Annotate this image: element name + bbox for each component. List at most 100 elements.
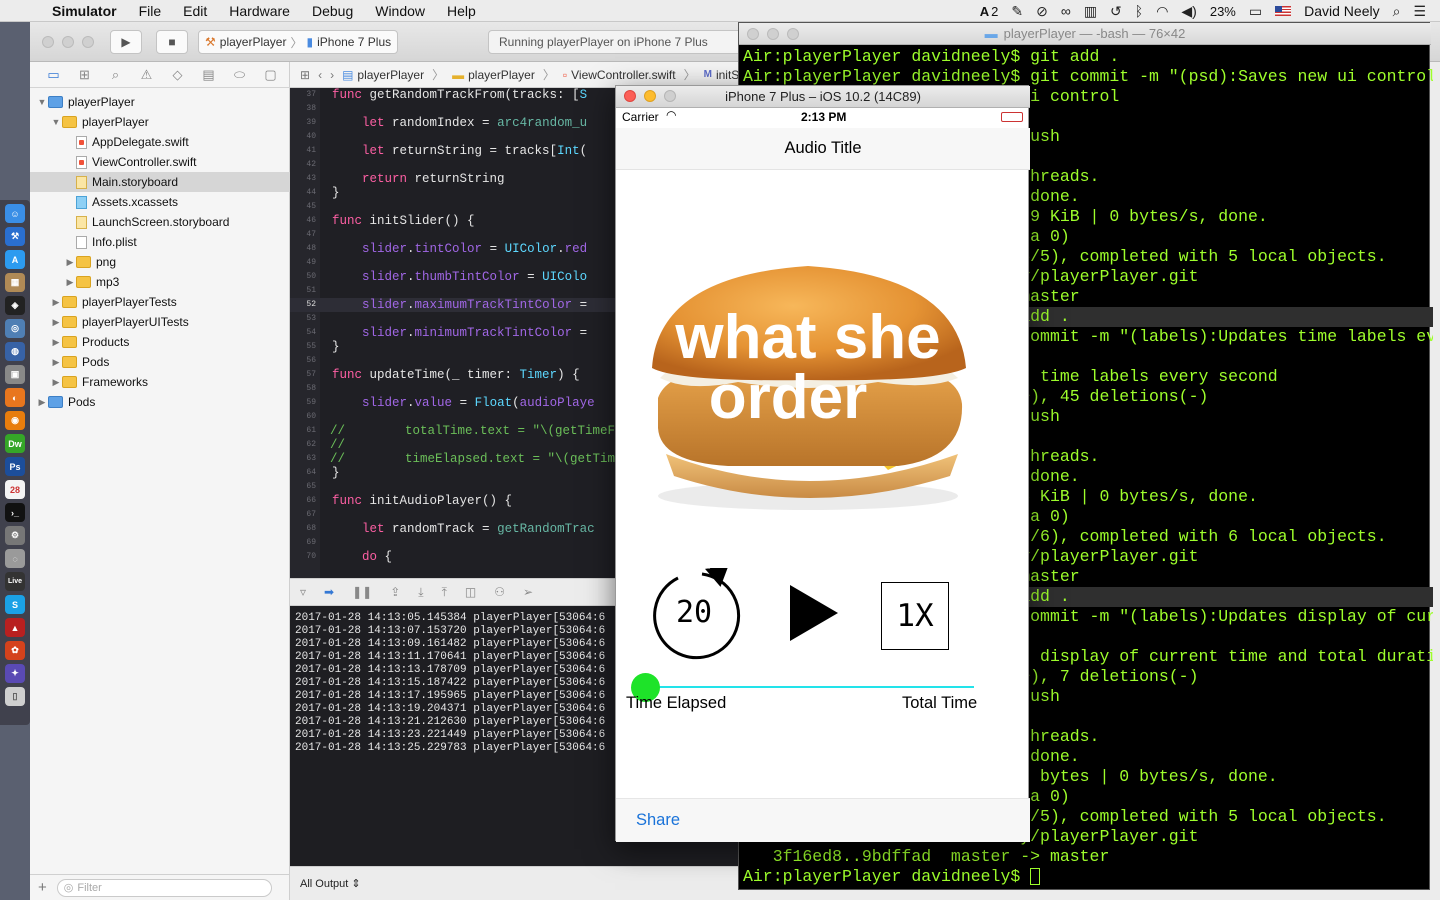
simulator-minimize-button[interactable] bbox=[644, 90, 656, 102]
tree-item[interactable]: ▶ Products bbox=[30, 332, 290, 352]
add-icon[interactable]: + bbox=[38, 879, 47, 896]
feather-icon[interactable]: ✎ bbox=[1011, 3, 1023, 20]
forward-icon[interactable]: › bbox=[330, 68, 334, 82]
skype-icon[interactable]: S bbox=[5, 595, 25, 614]
preview-icon[interactable]: ▣ bbox=[5, 365, 25, 384]
warning-icon[interactable]: ⚠ bbox=[139, 67, 154, 82]
tree-item[interactable]: ▼ playerPlayer bbox=[30, 112, 290, 132]
trash-icon[interactable]: ▯ bbox=[5, 687, 25, 706]
terminal-icon[interactable]: ›_ bbox=[5, 503, 25, 522]
menu-edit[interactable]: Edit bbox=[183, 3, 207, 19]
play-button[interactable] bbox=[788, 583, 840, 643]
photoshop-icon[interactable]: Ps bbox=[5, 457, 25, 476]
tree-item[interactable]: ▶ Pods bbox=[30, 392, 290, 412]
wifi-icon[interactable]: ◠ bbox=[1156, 3, 1168, 20]
disclosure-open-icon[interactable]: ▼ bbox=[36, 97, 48, 107]
tree-item[interactable]: Main.storyboard bbox=[30, 172, 290, 192]
disclosure-closed-icon[interactable]: ▶ bbox=[64, 257, 76, 268]
location-icon[interactable]: ➢ bbox=[523, 585, 533, 599]
globe-icon[interactable]: ◍ bbox=[5, 342, 25, 361]
close-window-button[interactable] bbox=[42, 36, 54, 48]
calendar-icon[interactable]: 28 bbox=[5, 480, 25, 499]
ableton-live-icon[interactable]: Live bbox=[5, 572, 25, 591]
pause-icon[interactable]: ❚❚ bbox=[352, 585, 372, 599]
disclosure-closed-icon[interactable]: ▶ bbox=[50, 377, 62, 388]
step-out-icon[interactable]: ⤒ bbox=[442, 585, 447, 600]
battery-percent[interactable]: 23% bbox=[1210, 4, 1236, 19]
report-icon[interactable]: ▢ bbox=[263, 67, 278, 82]
dreamweaver-icon[interactable]: Dw bbox=[5, 434, 25, 453]
disclosure-open-icon[interactable]: ▼ bbox=[50, 117, 62, 127]
disclosure-closed-icon[interactable]: ▶ bbox=[50, 297, 62, 308]
unity-icon[interactable]: ◈ bbox=[5, 296, 25, 315]
filter-field[interactable]: ◎ Filter bbox=[56, 878, 272, 897]
minimize-window-button[interactable] bbox=[62, 36, 74, 48]
simulator-zoom-button[interactable] bbox=[664, 90, 676, 102]
tree-item[interactable]: LaunchScreen.storyboard bbox=[30, 212, 290, 232]
output-scope-select[interactable]: All Output ⇕ bbox=[300, 877, 361, 890]
tree-item[interactable]: ▶ png bbox=[30, 252, 290, 272]
step-over-icon[interactable]: ⇪ bbox=[390, 585, 400, 599]
back-icon[interactable]: ‹ bbox=[318, 68, 322, 82]
skip-back-button[interactable]: 20 bbox=[650, 568, 742, 660]
xcode-icon[interactable]: ⚒ bbox=[5, 227, 25, 246]
tree-item[interactable]: AppDelegate.swift bbox=[30, 132, 290, 152]
blender-icon[interactable]: ◉ bbox=[5, 411, 25, 430]
network-icon[interactable]: ◎ bbox=[5, 319, 25, 338]
firefox-icon[interactable]: ◐ bbox=[5, 388, 25, 407]
terminal-minimize-button[interactable] bbox=[767, 28, 779, 40]
flag-icon[interactable] bbox=[1275, 6, 1292, 16]
scheme-selector[interactable]: ⚒ playerPlayer 〉 ▮ iPhone 7 Plus bbox=[198, 30, 398, 54]
debug-icon[interactable]: ▤ bbox=[201, 67, 216, 82]
disclosure-closed-icon[interactable]: ▶ bbox=[36, 397, 48, 408]
tree-item[interactable]: ▶ Frameworks bbox=[30, 372, 290, 392]
crumb-group[interactable]: ▬ playerPlayer bbox=[452, 68, 535, 82]
menu-hardware[interactable]: Hardware bbox=[229, 3, 290, 19]
vlc-like-icon[interactable]: ✦ bbox=[5, 664, 25, 683]
tree-item[interactable]: ▼ playerPlayer bbox=[30, 92, 290, 112]
app-store-icon[interactable]: A bbox=[5, 250, 25, 269]
playback-rate-button[interactable]: 1X bbox=[881, 582, 949, 650]
menu-debug[interactable]: Debug bbox=[312, 3, 353, 19]
bluetooth-icon[interactable]: ᛒ bbox=[1135, 3, 1143, 19]
run-button[interactable]: ▶ bbox=[110, 30, 142, 54]
menu-file[interactable]: File bbox=[139, 3, 162, 19]
simulator-close-button[interactable] bbox=[624, 90, 636, 102]
grid-icon[interactable]: ⊞ bbox=[300, 68, 310, 82]
tree-item[interactable]: Assets.xcassets bbox=[30, 192, 290, 212]
progress-slider-track[interactable] bbox=[644, 686, 974, 688]
step-in-icon[interactable]: ⤓ bbox=[418, 585, 423, 600]
glasses-icon[interactable]: ∞ bbox=[1061, 3, 1071, 19]
terminal-zoom-button[interactable] bbox=[787, 28, 799, 40]
tree-item[interactable]: ▶ Pods bbox=[30, 352, 290, 372]
battery-icon[interactable]: ▭ bbox=[1249, 3, 1262, 20]
adobe-icon[interactable]: A2 bbox=[980, 4, 999, 19]
view-debugger-icon[interactable]: ◫ bbox=[465, 585, 476, 599]
crumb-method[interactable]: MinitS bbox=[704, 68, 740, 82]
system-preferences-icon[interactable]: ⚙ bbox=[5, 526, 25, 545]
time-machine-icon[interactable]: ↺ bbox=[1110, 3, 1122, 20]
crumb-file[interactable]: ▫ ViewController.swift bbox=[563, 68, 676, 82]
zoom-window-button[interactable] bbox=[82, 36, 94, 48]
disclosure-closed-icon[interactable]: ▶ bbox=[50, 317, 62, 328]
game-app-icon[interactable]: ✿ bbox=[5, 641, 25, 660]
user-name[interactable]: David Neely bbox=[1304, 3, 1379, 19]
stats-icon[interactable]: ▥ bbox=[1084, 3, 1097, 20]
block-icon[interactable]: ⊘ bbox=[1036, 3, 1048, 20]
symbol-icon[interactable]: ⊞ bbox=[77, 67, 92, 82]
breakpoints-toggle-icon[interactable]: ➡ bbox=[324, 585, 334, 599]
disk-utility-icon[interactable]: ◌ bbox=[5, 549, 25, 568]
volume-icon[interactable]: ◀) bbox=[1181, 3, 1196, 20]
disclosure-closed-icon[interactable]: ▶ bbox=[50, 337, 62, 348]
tree-item[interactable]: ▶ playerPlayerUITests bbox=[30, 312, 290, 332]
test-icon[interactable]: ◇ bbox=[170, 67, 185, 82]
crumb-project[interactable]: ▤ playerPlayer bbox=[342, 68, 424, 82]
menu-help[interactable]: Help bbox=[447, 3, 476, 19]
spotlight-icon[interactable]: ⌕ bbox=[1393, 3, 1401, 20]
tree-item[interactable]: ▶ mp3 bbox=[30, 272, 290, 292]
menu-app-name[interactable]: Simulator bbox=[52, 3, 117, 19]
share-button[interactable]: Share bbox=[636, 811, 680, 830]
folder-icon[interactable]: ▭ bbox=[46, 67, 61, 82]
red-app-icon[interactable]: ▲ bbox=[5, 618, 25, 637]
finder-icon[interactable]: ☺ bbox=[5, 204, 25, 223]
